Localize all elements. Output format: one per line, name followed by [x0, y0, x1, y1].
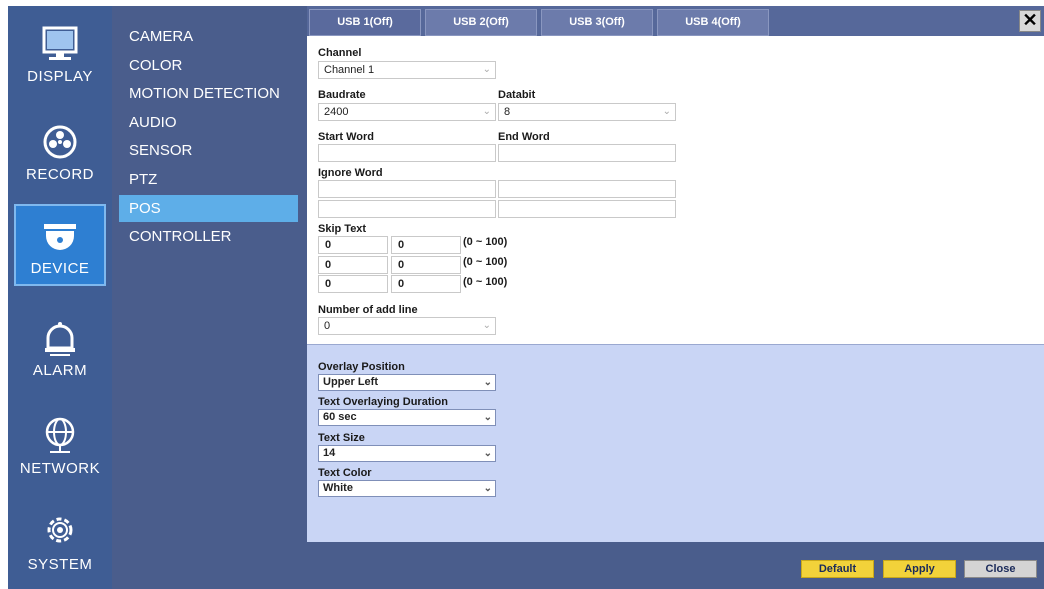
device-submenu: CAMERA COLOR MOTION DETECTION AUDIO SENS…: [112, 6, 307, 589]
default-button[interactable]: Default: [801, 560, 874, 578]
chevron-down-icon: ⌄: [482, 106, 491, 117]
add-line-label: Number of add line: [318, 304, 418, 316]
chevron-down-icon: ⌄: [482, 320, 491, 331]
nav-alarm[interactable]: ALARM: [14, 308, 106, 390]
skip-text-start-2[interactable]: 0: [318, 256, 388, 274]
text-size-label: Text Size: [318, 432, 365, 444]
tab-usb-2[interactable]: USB 2(Off): [425, 9, 537, 36]
usb-tab-strip: USB 1(Off) USB 2(Off) USB 3(Off) USB 4(O…: [307, 6, 1044, 36]
main-nav-rail: DISPLAY RECORD DEVICE ALARM NETWORK SYST…: [8, 6, 112, 589]
ignore-word-input-3[interactable]: [318, 200, 496, 218]
close-button[interactable]: Close: [964, 560, 1037, 578]
submenu-color[interactable]: COLOR: [119, 52, 298, 79]
submenu-sensor[interactable]: SENSOR: [119, 137, 298, 164]
chevron-down-icon: ⌄: [482, 64, 491, 75]
skip-text-start-1[interactable]: 0: [318, 236, 388, 254]
settings-window: DISPLAY RECORD DEVICE ALARM NETWORK SYST…: [0, 0, 1044, 589]
text-color-select[interactable]: White ⌄: [318, 480, 496, 497]
chevron-down-icon: ⌄: [483, 377, 492, 388]
start-word-input[interactable]: [318, 144, 496, 162]
monitor-icon: [42, 26, 78, 60]
overlay-position-label: Overlay Position: [318, 361, 405, 373]
databit-label: Databit: [498, 89, 536, 101]
nav-display-label: DISPLAY: [27, 68, 93, 85]
globe-icon: [45, 417, 75, 453]
skip-text-start-3[interactable]: 0: [318, 275, 388, 293]
chevron-down-icon: ⌄: [483, 483, 492, 494]
overlay-duration-label: Text Overlaying Duration: [318, 396, 448, 408]
ignore-word-label: Ignore Word: [318, 167, 383, 179]
channel-select-value: Channel 1: [324, 64, 375, 76]
baudrate-label: Baudrate: [318, 89, 366, 101]
film-reel-icon: [43, 125, 77, 159]
submenu-ptz[interactable]: PTZ: [119, 166, 298, 193]
gear-icon: [47, 517, 73, 543]
pos-settings-form: Channel Channel 1 ⌄ Baudrate 2400 ⌄ Data…: [307, 36, 1044, 344]
chevron-down-icon: ⌄: [483, 412, 492, 423]
overlay-settings-panel: Overlay Position Upper Left ⌄ Text Overl…: [307, 344, 1044, 542]
nav-network[interactable]: NETWORK: [14, 406, 106, 488]
submenu-motion-detection[interactable]: MOTION DETECTION: [119, 80, 298, 107]
tab-usb-1[interactable]: USB 1(Off): [309, 9, 421, 36]
databit-select[interactable]: 8 ⌄: [498, 103, 676, 121]
nav-device[interactable]: DEVICE: [14, 204, 106, 286]
baudrate-select-value: 2400: [324, 106, 349, 118]
nav-alarm-label: ALARM: [32, 362, 88, 379]
nav-record[interactable]: RECORD: [14, 112, 106, 194]
overlay-position-select[interactable]: Upper Left ⌄: [318, 374, 496, 391]
ignore-word-input-2[interactable]: [498, 180, 676, 198]
nav-display[interactable]: DISPLAY: [14, 14, 106, 96]
nav-system-label: SYSTEM: [27, 556, 93, 573]
chevron-down-icon: ⌄: [483, 448, 492, 459]
skip-text-range-1: (0 ~ 100): [463, 236, 508, 248]
baudrate-select[interactable]: 2400 ⌄: [318, 103, 496, 121]
chevron-down-icon: ⌄: [662, 106, 671, 117]
submenu-pos[interactable]: POS: [119, 195, 298, 222]
bell-icon: [45, 322, 75, 356]
start-word-label: Start Word: [318, 131, 375, 143]
apply-button[interactable]: Apply: [883, 560, 956, 578]
skip-text-range-3: (0 ~ 100): [463, 276, 508, 288]
tab-usb-4[interactable]: USB 4(Off): [657, 9, 769, 36]
nav-record-label: RECORD: [25, 166, 94, 183]
text-color-value: White: [323, 482, 353, 494]
text-size-value: 14: [323, 447, 336, 459]
overlay-duration-select[interactable]: 60 sec ⌄: [318, 409, 496, 426]
text-color-label: Text Color: [318, 467, 372, 479]
add-line-select[interactable]: 0 ⌄: [318, 317, 496, 335]
nav-system[interactable]: SYSTEM: [14, 502, 106, 584]
tab-usb-3[interactable]: USB 3(Off): [541, 9, 653, 36]
channel-select[interactable]: Channel 1 ⌄: [318, 61, 496, 79]
dome-camera-icon: [44, 224, 76, 250]
databit-select-value: 8: [504, 106, 511, 118]
end-word-label: End Word: [498, 131, 550, 143]
close-icon[interactable]: ✕: [1019, 10, 1041, 32]
skip-text-range-2: (0 ~ 100): [463, 256, 508, 268]
submenu-camera[interactable]: CAMERA: [119, 23, 298, 50]
end-word-input[interactable]: [498, 144, 676, 162]
skip-text-end-2[interactable]: 0: [391, 256, 461, 274]
skip-text-end-1[interactable]: 0: [391, 236, 461, 254]
ignore-word-input-1[interactable]: [318, 180, 496, 198]
overlay-duration-value: 60 sec: [323, 411, 357, 423]
add-line-select-value: 0: [324, 320, 331, 332]
channel-label: Channel: [318, 47, 362, 59]
submenu-controller[interactable]: CONTROLLER: [119, 223, 298, 250]
overlay-position-value: Upper Left: [323, 376, 378, 388]
skip-text-end-3[interactable]: 0: [391, 275, 461, 293]
skip-text-label: Skip Text: [318, 223, 367, 235]
nav-network-label: NETWORK: [19, 460, 101, 477]
nav-device-label: DEVICE: [30, 260, 90, 277]
submenu-audio[interactable]: AUDIO: [119, 109, 298, 136]
ignore-word-input-4[interactable]: [498, 200, 676, 218]
text-size-select[interactable]: 14 ⌄: [318, 445, 496, 462]
